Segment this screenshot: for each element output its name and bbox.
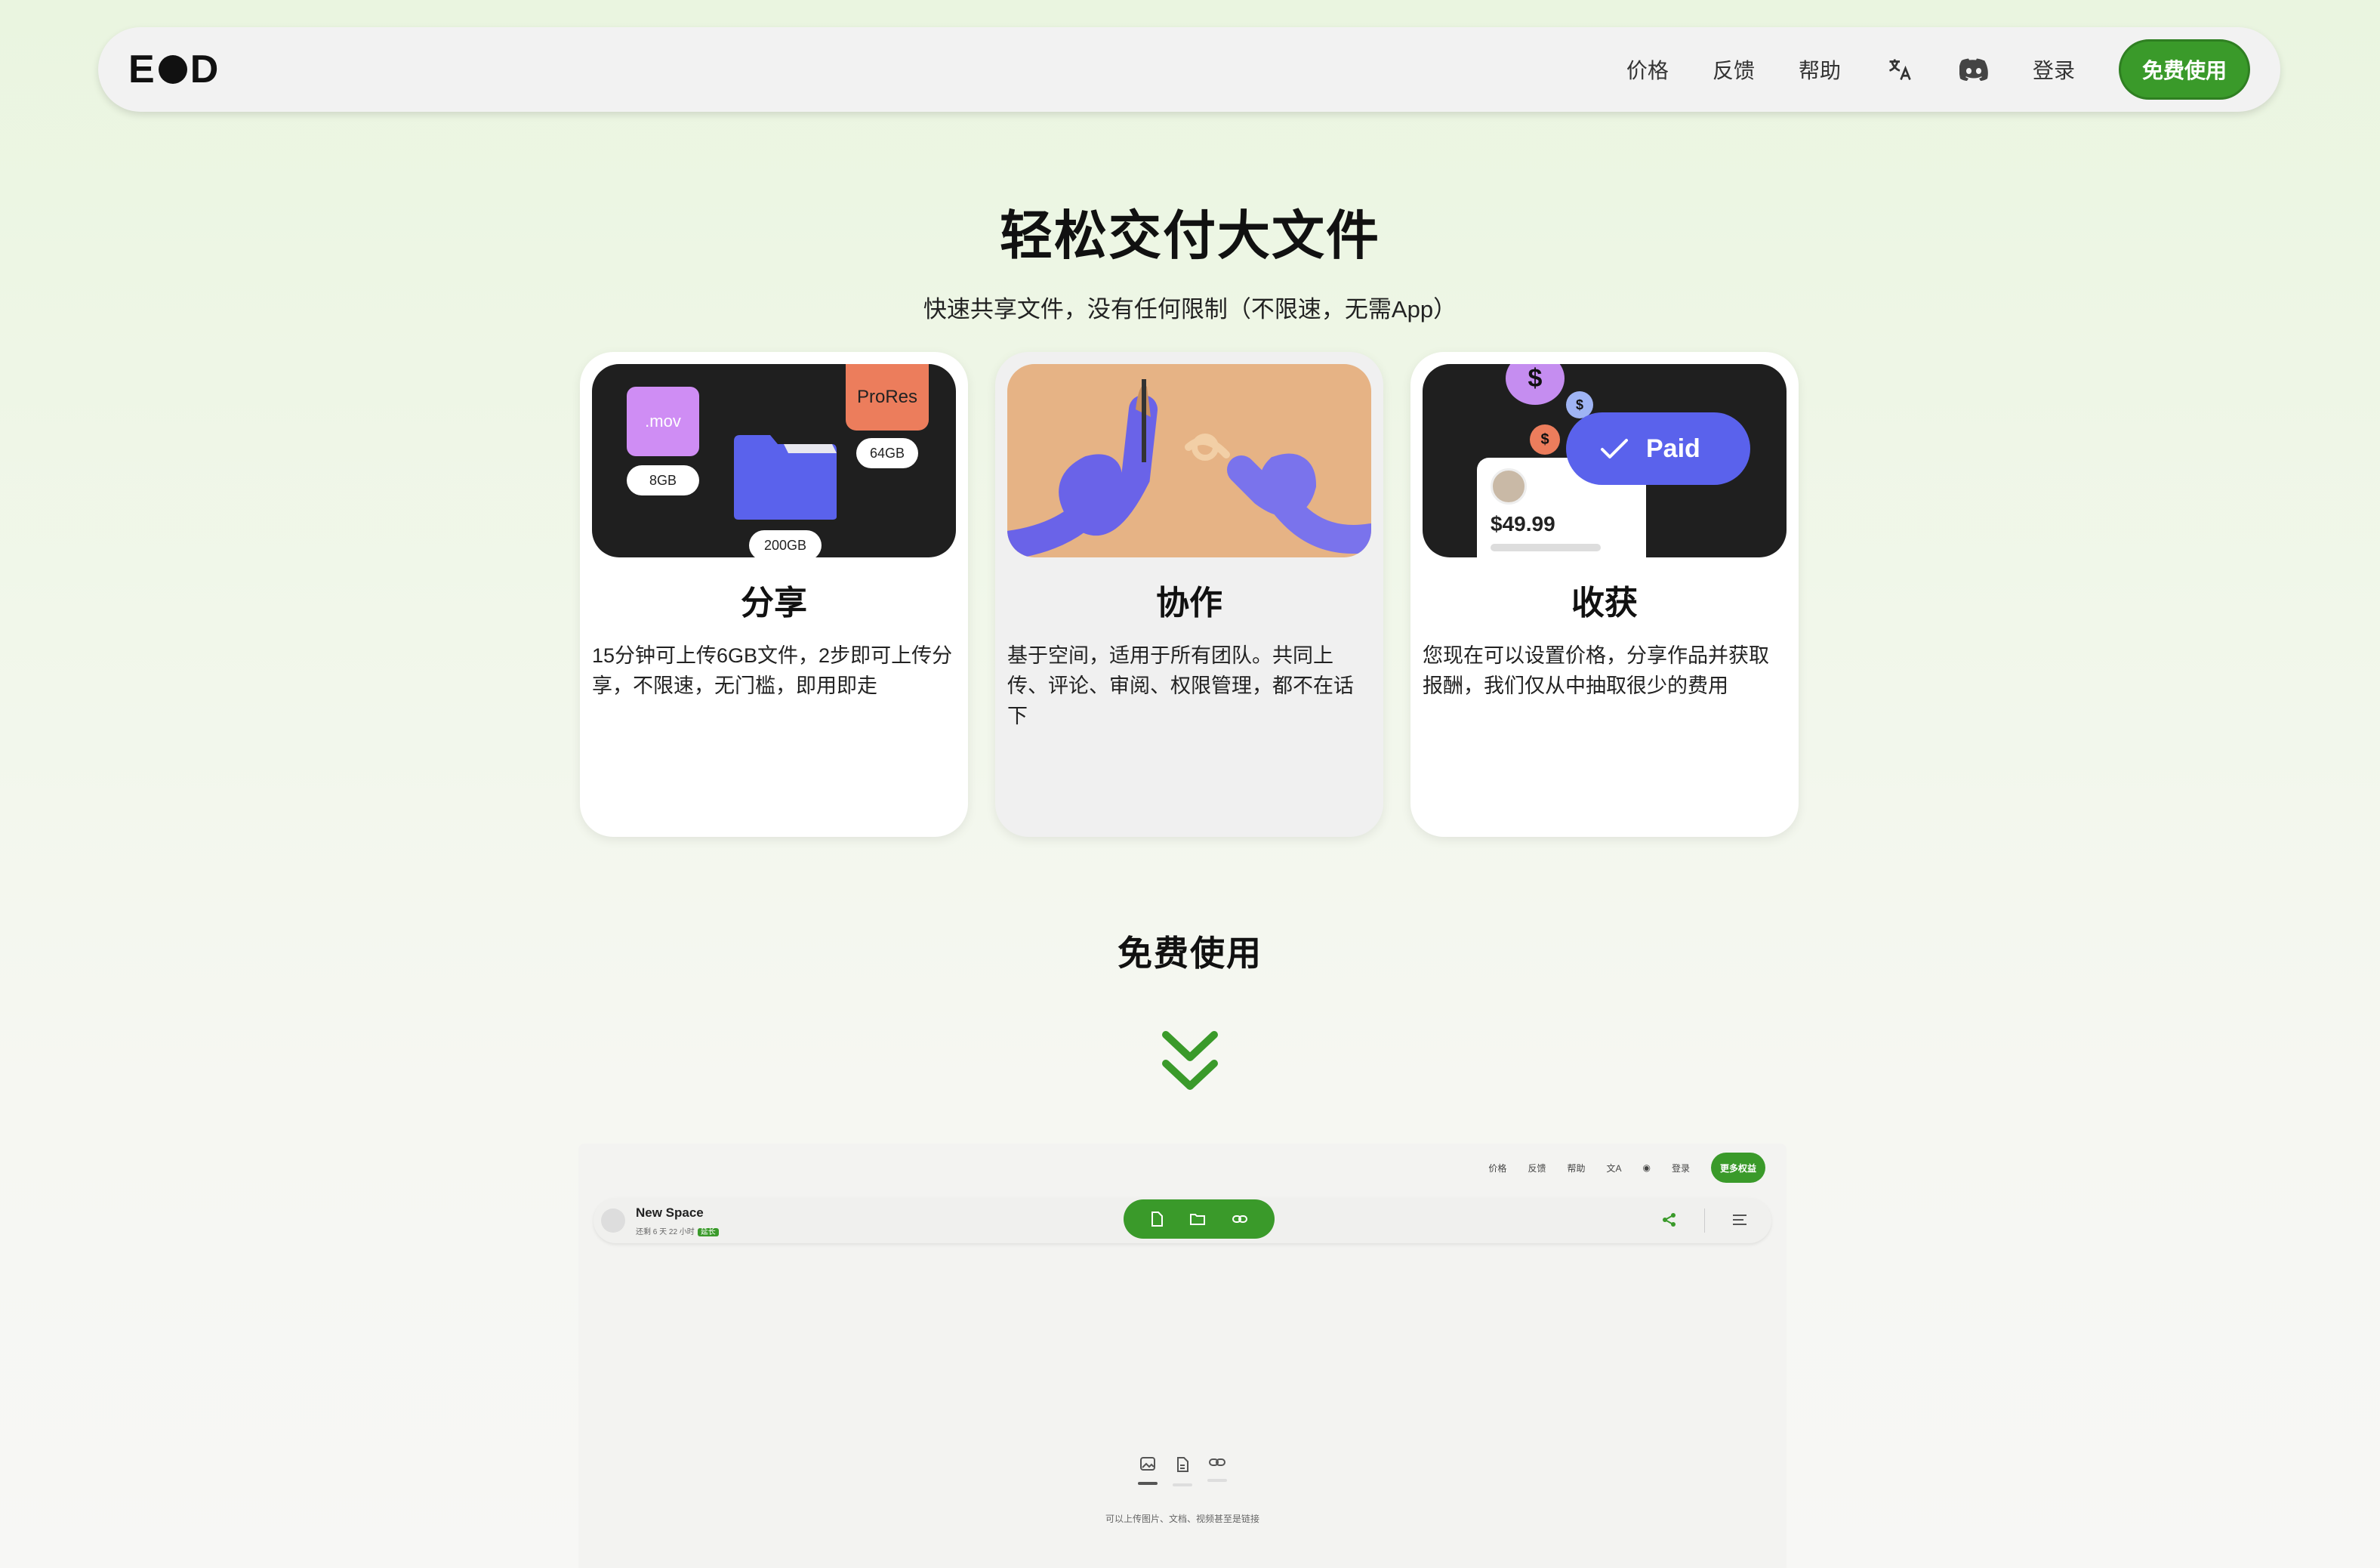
feature-card-share: .mov 8GB ProRes 64GB 200GB 分享 15分钟可上传6GB… [580,352,968,837]
dollar-coin-large: $ [1506,364,1565,405]
double-chevron-down-icon[interactable] [1161,1030,1219,1092]
share-illustration: .mov 8GB ProRes 64GB 200GB [592,364,956,557]
free-use-button[interactable]: 免费使用 [2118,39,2250,100]
avatar [1491,468,1527,505]
preview-extend-badge: 延长 [697,1228,719,1236]
nav-link-pricing[interactable]: 价格 [1626,54,1669,85]
feature-card-collaborate: 协作 基于空间，适用于所有团队。共同上传、评论、审阅、权限管理，都不在话下 [995,352,1383,837]
app-preview-screenshot: 价格 反馈 帮助 文A ◉ 登录 更多权益 New Space 还剩 6 天 2… [578,1144,1787,1568]
preview-type-tabs [578,1456,1787,1486]
mov-file-tile: .mov [627,387,699,456]
prores-size-badge: 64GB [856,438,918,468]
check-icon [1601,439,1628,458]
mov-size-badge: 8GB [627,465,699,495]
preview-nav-login: 登录 [1671,1162,1690,1174]
preview-tab-image [1130,1456,1165,1486]
nav-link-feedback[interactable]: 反馈 [1713,54,1755,85]
preview-upload-hint: 可以上传图片、文档、视频甚至是链接 [1105,1514,1259,1524]
preview-upload-actions [1124,1199,1275,1239]
card-title: 分享 [741,585,807,622]
folder-size-badge: 200GB [749,530,822,557]
logo-dot [158,55,187,84]
card-title: 收获 [1571,585,1638,622]
preview-space-bar: New Space 还剩 6 天 22 小时 延长 [593,1198,1771,1243]
preview-tab-link [1200,1456,1235,1486]
translate-icon[interactable] [1885,54,1915,85]
preview-divider [1704,1208,1705,1233]
preview-cta-button: 更多权益 [1710,1153,1765,1183]
logo-letter-e: E [128,48,156,91]
upload-file-icon [1151,1211,1163,1227]
folder-icon [734,435,837,520]
paid-badge: Paid [1566,412,1750,485]
paid-label: Paid [1646,434,1700,463]
nav-link-help[interactable]: 帮助 [1799,54,1841,85]
preview-navbar: 价格 反馈 帮助 文A ◉ 登录 更多权益 [1467,1153,1765,1183]
card-description: 基于空间，适用于所有团队。共同上传、评论、审阅、权限管理，都不在话下 [1007,644,1354,727]
preview-tab-document [1165,1456,1200,1486]
preview-translate-icon: 文A [1606,1162,1622,1174]
preview-space-meta: 还剩 6 天 22 小时 延长 [636,1225,719,1236]
free-use-heading: 免费使用 [1118,934,1262,973]
menu-icon [1733,1215,1746,1225]
collaborate-illustration [1007,364,1371,557]
nav-link-login[interactable]: 登录 [2033,54,2075,85]
upload-folder-icon [1190,1214,1205,1225]
preview-space-icon [601,1208,625,1233]
hero-subtitle: 快速共享文件，没有任何限制（不限速，无需App） [923,296,1457,323]
logo-letter-d: D [190,48,220,91]
logo[interactable]: E D [128,47,219,92]
preview-nav-pricing: 价格 [1488,1162,1507,1174]
document-icon [1177,1457,1188,1472]
preview-nav-help: 帮助 [1567,1162,1586,1174]
dollar-coin-orange: $ [1530,424,1560,455]
upload-link-icon [1232,1215,1247,1223]
share-icon [1663,1213,1676,1227]
card-description: 您现在可以设置价格，分享作品并获取报酬，我们仅从中抽取很少的费用 [1423,644,1769,697]
preview-nav-feedback: 反馈 [1528,1162,1546,1174]
image-icon [1140,1457,1155,1471]
hero-title: 轻松交付大文件 [1000,206,1380,265]
price-label: $49.99 [1491,512,1555,536]
top-navbar: E D 价格 反馈 帮助 登录 免费使用 [98,27,2280,112]
card-title: 协作 [1156,585,1222,622]
earn-illustration: $ $ $ $49.99 Paid [1423,364,1787,557]
preview-space-name: New Space [636,1205,704,1220]
feature-card-earn: $ $ $ $49.99 Paid 收获 您现在可以设置价格，分享作品并获取报酬… [1410,352,1799,837]
preview-discord-icon: ◉ [1642,1162,1651,1173]
prores-file-tile: ProRes [846,364,929,431]
link-icon [1209,1458,1225,1466]
progress-line [1491,544,1601,551]
card-description: 15分钟可上传6GB文件，2步即可上传分享，不限速，无门槛，即用即走 [592,644,953,697]
discord-icon[interactable] [1959,54,1989,85]
